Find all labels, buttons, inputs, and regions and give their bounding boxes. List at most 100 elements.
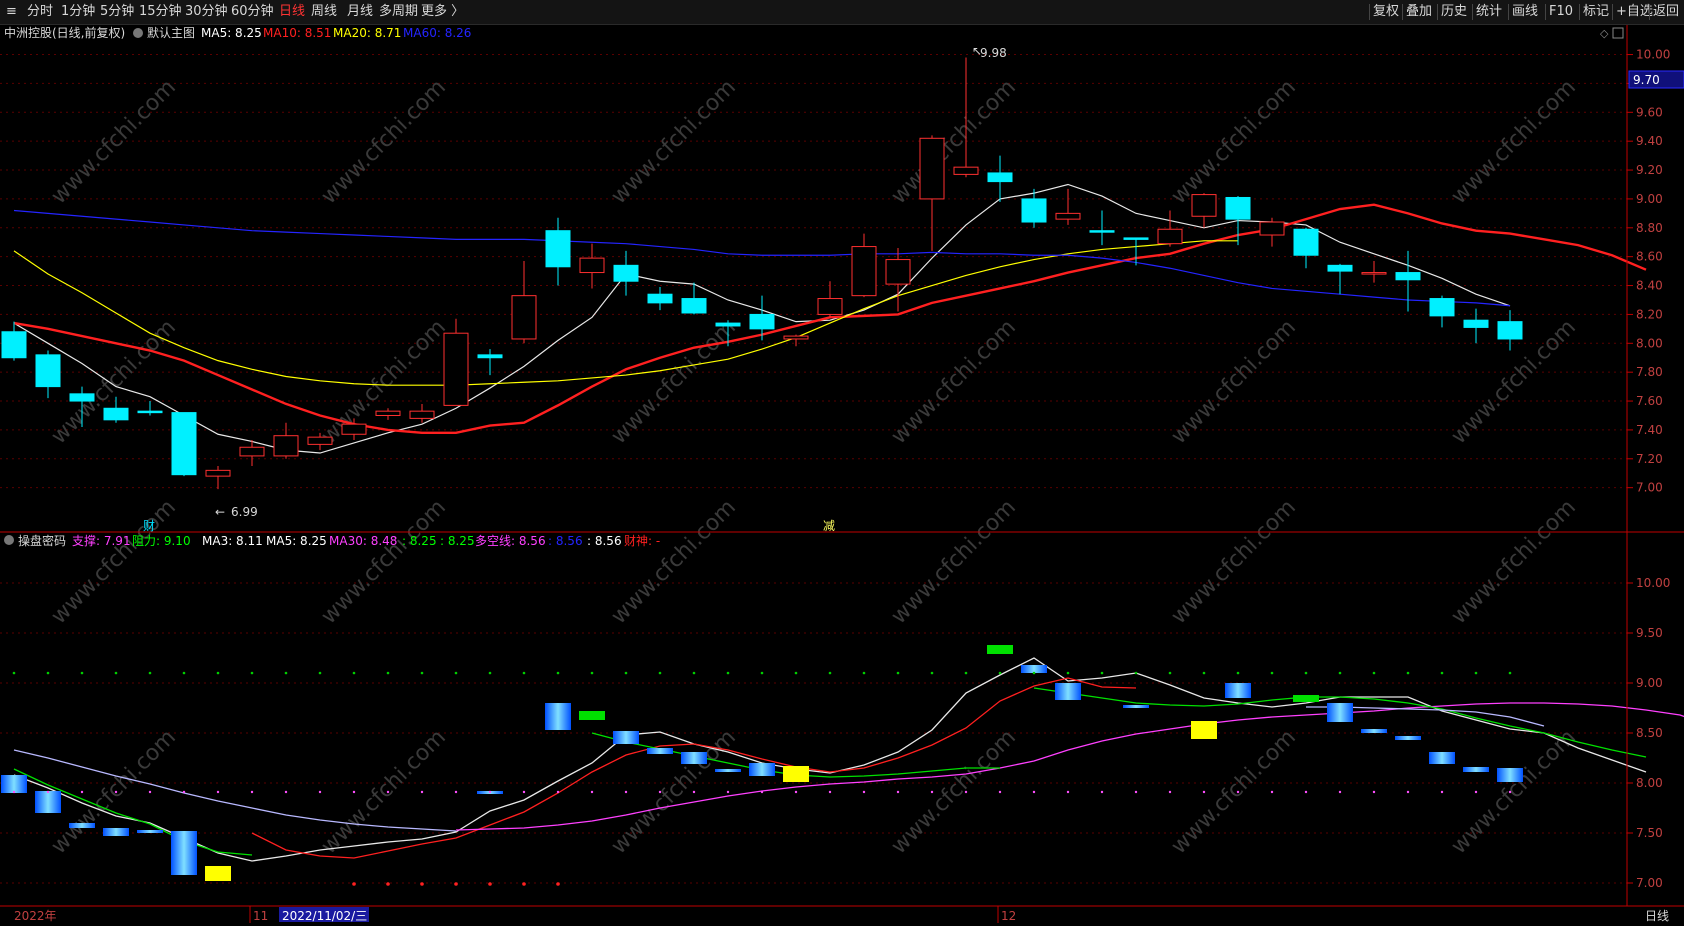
panel-settings-icon[interactable] <box>1612 27 1624 39</box>
candle[interactable] <box>1395 250 1421 312</box>
legend-val-d: : 8.56 <box>587 534 622 548</box>
candle-body <box>409 410 435 419</box>
support-dot <box>624 790 628 794</box>
sub-y-tick-label: 8.50 <box>1636 726 1663 740</box>
tool-button-5[interactable]: F10 <box>1549 0 1573 24</box>
candle[interactable] <box>1327 263 1353 295</box>
candle[interactable] <box>1055 188 1081 225</box>
finance-marker[interactable]: 财 <box>143 519 155 533</box>
watermark-text: www.cfchi.com <box>317 725 451 859</box>
indicator-bar <box>749 763 775 776</box>
period-tab-9[interactable]: 多周期 <box>379 0 418 24</box>
candle[interactable] <box>511 261 537 344</box>
candle[interactable] <box>1157 210 1183 247</box>
bottom-signal-dot <box>352 882 356 886</box>
candle-body <box>375 410 401 416</box>
candle[interactable] <box>579 243 605 289</box>
candle[interactable] <box>205 466 231 490</box>
candle-body <box>1089 230 1115 233</box>
candle[interactable] <box>987 155 1013 202</box>
period-tab-3[interactable]: 15分钟 <box>139 0 182 24</box>
resistance-dot <box>1372 671 1376 675</box>
period-tab-7[interactable]: 周线 <box>311 0 337 24</box>
candle[interactable] <box>171 412 197 477</box>
candle[interactable] <box>137 401 163 416</box>
tool-button-3[interactable]: 统计 <box>1476 0 1502 24</box>
diamond-icon[interactable]: ◇ <box>1600 27 1609 40</box>
candle[interactable] <box>477 349 503 376</box>
candle[interactable] <box>273 422 299 459</box>
period-tab-1[interactable]: 1分钟 <box>61 0 95 24</box>
period-button[interactable]: 日线 <box>1645 909 1669 923</box>
candle-body <box>987 172 1013 183</box>
tool-button-6[interactable]: 标记 <box>1583 0 1609 24</box>
template-label[interactable]: 默认主图 <box>147 25 195 40</box>
support-dot <box>998 790 1002 794</box>
period-tab-2[interactable]: 5分钟 <box>100 0 134 24</box>
tool-button-1[interactable]: 叠加 <box>1406 0 1432 24</box>
tool-button-8[interactable]: 返回 <box>1653 0 1679 24</box>
candle-body <box>1293 228 1319 256</box>
period-tab-0[interactable]: 分时 <box>27 0 53 24</box>
watermark-text: www.cfchi.com <box>607 75 741 209</box>
y-tick-label: 7.60 <box>1636 394 1663 408</box>
candle[interactable] <box>613 250 639 296</box>
support-dot <box>862 790 866 794</box>
resistance-dot <box>862 671 866 675</box>
candle[interactable] <box>375 408 401 420</box>
period-tab-8[interactable]: 月线 <box>347 0 373 24</box>
resistance-dot <box>522 671 526 675</box>
indicator-toggle-icon[interactable] <box>4 535 14 545</box>
candle[interactable] <box>1497 310 1523 351</box>
menu-icon[interactable]: ≡ <box>6 0 17 24</box>
date-label-nov: 11 <box>253 909 268 923</box>
legend-val-b: : 8.25 <box>440 534 475 548</box>
period-tab-4[interactable]: 30分钟 <box>185 0 228 24</box>
indicator-bar <box>783 766 809 782</box>
tool-button-2[interactable]: 历史 <box>1441 0 1467 24</box>
tool-button-0[interactable]: 复权 <box>1373 0 1399 24</box>
kline-chart[interactable]: www.cfchi.com www.cfchi.com www.cfchi.com w… <box>0 25 1684 923</box>
date-axis: 2022年 11 2022/11/02/三 12 日线 <box>0 905 1684 923</box>
candle[interactable] <box>1191 193 1217 228</box>
support-dot <box>930 790 934 794</box>
resistance-dot <box>182 671 186 675</box>
candle[interactable] <box>851 233 877 298</box>
resistance-dot <box>930 671 934 675</box>
indicator-bar <box>715 769 741 772</box>
support-dot <box>1474 790 1478 794</box>
resistance-dot <box>318 671 322 675</box>
candle[interactable] <box>1429 295 1455 328</box>
candle[interactable] <box>885 248 911 312</box>
candle[interactable] <box>35 350 61 399</box>
template-toggle-icon[interactable] <box>133 28 143 38</box>
support-dot <box>726 790 730 794</box>
sub-y-tick-label: 8.00 <box>1636 776 1663 790</box>
candle[interactable] <box>1463 308 1489 344</box>
indicator-bar <box>987 645 1013 654</box>
candle[interactable] <box>1293 227 1319 269</box>
support-dot <box>1440 790 1444 794</box>
tool-button-7[interactable]: +自选 <box>1616 0 1653 24</box>
candle-body <box>613 264 639 282</box>
period-tab-10[interactable]: 更多 〉 <box>421 0 464 24</box>
reduction-marker[interactable]: 减 <box>823 519 835 533</box>
tool-button-4[interactable]: 画线 <box>1512 0 1538 24</box>
candle[interactable] <box>919 135 945 251</box>
candle-body <box>1191 194 1217 217</box>
candle-body <box>1463 319 1489 328</box>
period-tab-5[interactable]: 60分钟 <box>231 0 274 24</box>
bottom-signal-dot <box>522 882 526 886</box>
chart-area[interactable]: www.cfchi.com www.cfchi.com www.cfchi.com w… <box>0 25 1684 923</box>
candle[interactable] <box>817 281 843 318</box>
candle[interactable] <box>1361 261 1387 283</box>
candle-body <box>273 435 299 457</box>
period-tab-6[interactable]: 日线 <box>279 0 305 24</box>
resistance-dot <box>1270 671 1274 675</box>
candles[interactable] <box>1 57 1523 490</box>
candle[interactable] <box>647 286 673 311</box>
candle[interactable] <box>545 217 571 286</box>
resistance-dot <box>964 671 968 675</box>
support-dot <box>1508 790 1512 794</box>
candle[interactable] <box>1259 217 1285 247</box>
